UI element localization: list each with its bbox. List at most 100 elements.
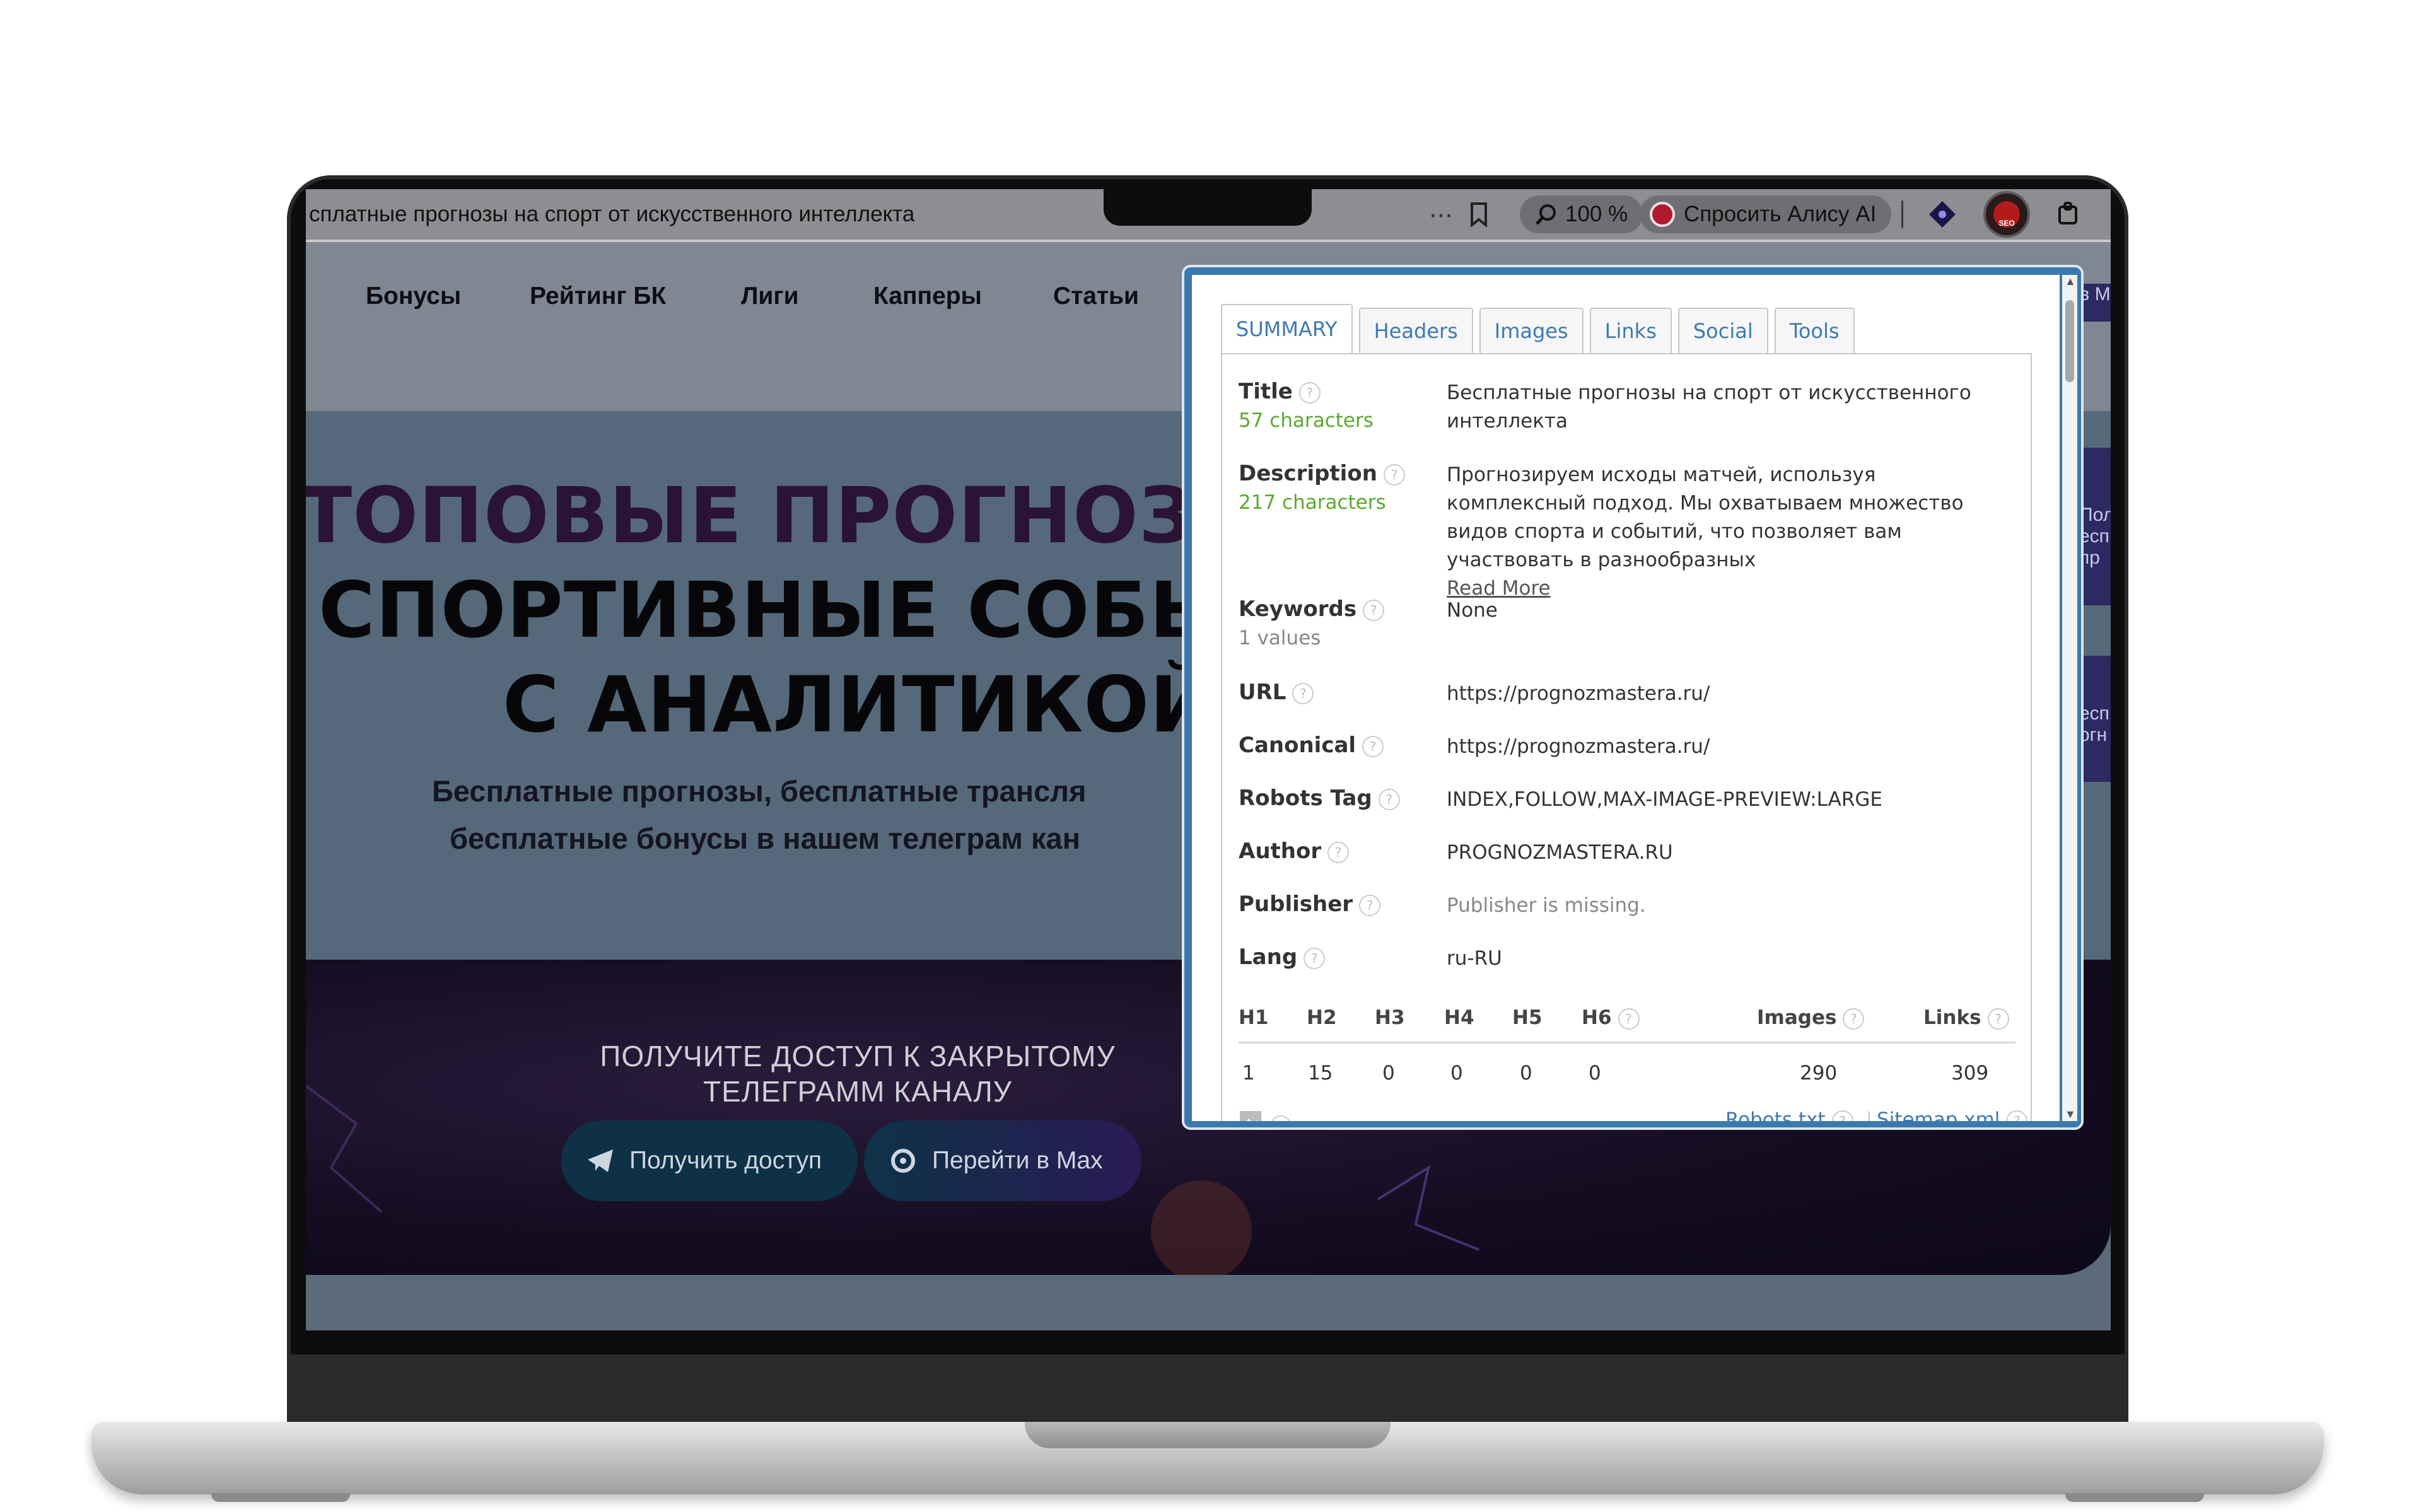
laptop-foot-left [211,1493,350,1502]
robots-txt-link[interactable]: Robots.txt? | [1725,1108,1879,1121]
h2-count: 15 [1308,1062,1333,1085]
lang-value: ru-RU [1447,947,1502,970]
h1-count: 1 [1242,1062,1255,1085]
url-value[interactable]: https://prognozmastera.ru/ [1447,680,2014,708]
get-access-label: Получить доступ [629,1147,822,1174]
popup-scrollbar[interactable]: ▲ ▼ [2062,275,2077,1121]
tab-social[interactable]: Social [1677,308,1768,353]
links-count: 309 [1951,1062,1989,1085]
hero-subtitle-line1: Бесплатные прогнозы, бесплатные трансля [432,774,1087,808]
alice-button[interactable]: Спросить Алису AI [1640,195,1892,233]
alice-icon [1650,202,1675,227]
help-icon[interactable]: ? [1327,841,1350,863]
scroll-down-icon[interactable]: ▼ [2065,1108,2076,1121]
help-icon[interactable]: ? [1298,381,1321,404]
help-icon[interactable]: ? [1618,1008,1640,1030]
description-length: 217 characters [1239,491,1386,514]
nav-leagues[interactable]: Лиги [741,282,799,310]
help-icon[interactable]: ? [1363,599,1385,621]
link-separator: | [1865,1108,1872,1121]
description-value: Прогнозируем исходы матчей, используя ко… [1447,463,1964,600]
sitemap-link[interactable]: Sitemap.xml? [1877,1108,2028,1121]
keywords-label: Keywords? [1239,596,1385,622]
scrollbar-thumb[interactable] [2065,300,2074,382]
laptop-base-lip [1025,1422,1391,1448]
nav-tipsters[interactable]: Капперы [873,282,982,310]
images-count: 290 [1800,1062,1838,1085]
h4-header: H4 [1444,1006,1474,1029]
tab-headers[interactable]: Headers [1358,308,1473,353]
tab-tools[interactable]: Tools [1774,308,1855,353]
author-label: Author? [1239,839,1350,864]
nav-articles[interactable]: Статьи [1053,282,1139,310]
nav-bk-rating[interactable]: Рейтинг БК [530,282,666,310]
help-icon[interactable]: ? [1304,947,1326,969]
right-edge-fragment-mid: Пол есп пр [2079,448,2111,605]
lang-label: Lang? [1239,945,1326,970]
help-icon[interactable]: ? [1383,463,1405,486]
help-icon[interactable]: ? [1362,735,1384,757]
hero-subtitle-line2: бесплатные бонусы в нашем телеграм кан [450,822,1081,855]
description-label: Description? [1239,461,1405,486]
bookmark-icon[interactable] [1469,195,1488,233]
go-to-max-label: Перейти в Max [932,1147,1103,1174]
more-menu-button[interactable]: ··· [1428,195,1454,233]
seo-extension-icon[interactable]: SEO [1983,191,2030,238]
zoom-icon [1536,204,1556,225]
help-icon[interactable]: ? [1378,788,1400,810]
h6-count: 0 [1589,1062,1601,1085]
publisher-value: Publisher is missing. [1447,894,1646,917]
tab-images[interactable]: Images [1479,308,1584,353]
seo-badge: SEO [1993,201,2020,228]
table-divider [1239,1042,2015,1044]
help-icon[interactable]: ? [1359,894,1381,916]
telegram-icon [588,1149,613,1172]
help-icon[interactable]: ? [2006,1110,2028,1121]
h1-header: H1 [1239,1006,1269,1029]
title-value: Бесплатные прогнозы на спорт от искусств… [1447,381,1971,433]
publisher-label: Publisher? [1239,892,1381,917]
help-icon[interactable]: ? [1831,1110,1853,1121]
seo-popup-content: SUMMARY Headers Images Links Social Tool… [1192,275,2060,1121]
help-icon[interactable]: ? [1292,682,1314,704]
extension-diamond-icon[interactable] [1928,195,1957,233]
h6-header: H6? [1582,1006,1640,1030]
get-access-button[interactable]: Получить доступ [561,1120,858,1201]
go-to-max-button[interactable]: Перейти в Max [864,1120,1141,1201]
extensions-icon[interactable] [2056,195,2081,233]
scroll-up-icon[interactable]: ▲ [2065,275,2076,288]
hero-heading-line3: С АНАЛИТИКОЙ [503,660,1215,750]
images-header: Images? [1757,1006,1865,1030]
laptop-hinge [287,1354,2128,1424]
tab-summary[interactable]: SUMMARY [1221,304,1353,353]
h3-header: H3 [1375,1006,1405,1029]
camera-notch [1104,189,1312,226]
h2-header: H2 [1307,1006,1337,1029]
url-label: URL? [1239,680,1314,705]
keywords-count: 1 values [1239,627,1321,649]
alice-label: Спросить Алису AI [1684,202,1877,226]
h4-count: 0 [1450,1062,1463,1085]
help-icon[interactable]: ? [1987,1008,2009,1030]
seo-tabs: SUMMARY Headers Images Links Social Tool… [1221,304,1855,353]
h5-header: H5 [1512,1006,1543,1029]
author-value: PROGNOZMASTERA.RU [1447,841,1673,864]
nav-bonuses[interactable]: Бонусы [366,282,461,310]
hero-heading-line2: СПОРТИВНЫЕ СОБЫ [318,566,1230,655]
robots-label: Robots Tag? [1239,786,1400,811]
zoom-level: 100 % [1565,202,1628,226]
help-icon[interactable]: ? [1270,1115,1292,1121]
seo-popup: SUMMARY Headers Images Links Social Tool… [1182,265,2084,1130]
tab-title[interactable]: сплатные прогнозы на спорт от искусствен… [309,202,914,227]
toolbar-separator [1901,201,1903,228]
title-length: 57 characters [1239,409,1374,432]
right-edge-fragment-low: есп огн [2079,656,2111,782]
h5-count: 0 [1520,1062,1532,1085]
zoom-button[interactable]: 100 % [1520,195,1643,233]
canonical-value[interactable]: https://prognozmastera.ru/ [1447,733,2014,761]
right-edge-fragment-top: в М [2079,284,2111,322]
help-icon[interactable]: ? [1843,1008,1865,1030]
tab-links[interactable]: Links [1589,308,1672,353]
hero-heading-line1: ТОПОВЫЕ ПРОГНОЗЫ [306,471,1274,561]
page-below-fold [306,1275,2111,1330]
